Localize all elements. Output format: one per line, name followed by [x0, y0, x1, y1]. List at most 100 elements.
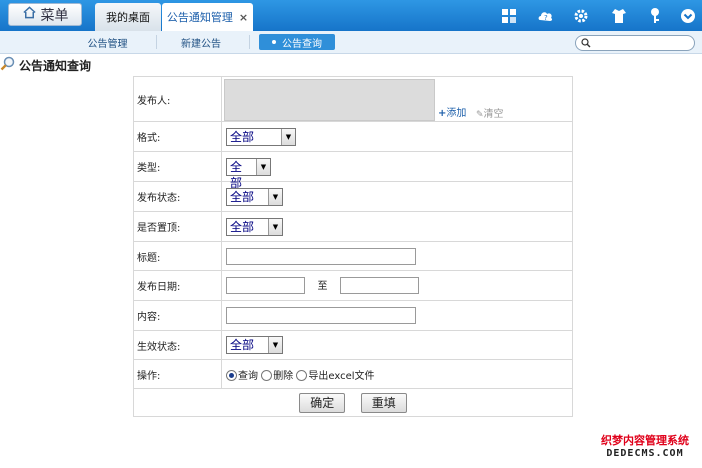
watermark: 织梦内容管理系统 DEDECMS.COM [593, 432, 697, 459]
content-input[interactable] [226, 307, 416, 324]
date-cell: 至 [221, 270, 573, 301]
magnifier-icon [0, 56, 16, 75]
watermark-line1: 织梦内容管理系统 [601, 434, 689, 447]
dropdown-arrow-icon: ▼ [268, 218, 282, 235]
dropdown-arrow-icon: ▼ [268, 337, 282, 353]
form-row-format: 格式: 全部 ▼ [133, 121, 573, 152]
select-value: 全部 [230, 338, 255, 352]
content-cell [221, 300, 573, 331]
format-cell: 全部 ▼ [221, 121, 573, 152]
divider [249, 35, 250, 49]
form-row-type: 类型: 全部 ▼ [133, 151, 573, 190]
pinned-cell: 全部 ▼ [221, 211, 573, 242]
date-to-label: 至 [317, 280, 328, 292]
dropdown-arrow-icon: ▼ [268, 188, 282, 205]
date-from-input[interactable] [226, 277, 305, 295]
shirt-icon[interactable] [609, 6, 629, 26]
svg-text:?: ? [544, 14, 548, 22]
add-publisher-link[interactable]: +添加 [438, 104, 466, 119]
format-label: 格式: [133, 121, 222, 152]
menu-label: 菜单 [40, 7, 69, 24]
publisher-list[interactable] [224, 79, 435, 121]
dropdown-arrow-icon: ▼ [281, 128, 295, 145]
title-label: 标题: [133, 241, 222, 271]
publisher-label: 发布人: [133, 76, 222, 122]
date-to-input[interactable] [340, 277, 419, 295]
search-icon [581, 38, 591, 48]
clear-publisher-link[interactable]: ✎清空 [476, 105, 504, 120]
watermark-line2: DEDECMS.COM [606, 448, 684, 459]
form-row-title: 标题: [133, 241, 573, 271]
tab-my-desktop[interactable]: 我的桌面 [95, 3, 161, 31]
tab-notice-management[interactable]: 公告通知管理 × [162, 3, 253, 31]
search-input[interactable] [575, 35, 695, 51]
select-value: 全部 [230, 219, 255, 234]
gear-icon[interactable] [571, 6, 591, 26]
chevron-down-icon[interactable] [678, 6, 698, 26]
top-bar: 菜单 我的桌面 公告通知管理 × ? [0, 0, 702, 31]
radio-delete[interactable]: 删除 [261, 370, 294, 382]
subnav-label: 新建公告 [181, 38, 221, 50]
subnav-item-new-notice[interactable]: 新建公告 [175, 34, 227, 50]
subnav-label: 公告管理 [87, 38, 128, 50]
eraser-icon: ✎ [476, 110, 484, 120]
date-label: 发布日期: [133, 270, 222, 301]
pinned-select[interactable]: 全部 ▼ [226, 217, 283, 236]
publisher-cell: +添加 ✎清空 [221, 76, 573, 122]
status-label: 发布状态: [133, 181, 222, 212]
confirm-button[interactable]: 确定 [299, 392, 346, 413]
subnav-item-notice-query[interactable]: 公告查询 [259, 34, 335, 50]
select-value: 全部 [230, 129, 255, 144]
title-cell [221, 241, 573, 271]
help-icon[interactable]: ? [536, 6, 556, 26]
select-value: 全部 [230, 159, 243, 190]
query-form: 发布人: +添加 ✎清空 格式: 全部 ▼ 类型: 全部 ▼ 发布状态: 全部 ▼ 是… [133, 76, 573, 417]
tab-label: 我的桌面 [106, 11, 150, 24]
form-row-publisher: 发布人: +添加 ✎清空 [133, 76, 573, 122]
type-cell: 全部 ▼ [221, 151, 573, 190]
clear-label: 清空 [483, 109, 504, 120]
page-title: 公告通知查询 [0, 56, 91, 74]
form-row-status: 发布状态: 全部 ▼ [133, 181, 573, 212]
tab-label: 公告通知管理 [166, 11, 233, 24]
home-icon [22, 5, 37, 24]
effective-label: 生效状态: [133, 330, 222, 360]
status-select[interactable]: 全部 ▼ [226, 187, 283, 206]
radio-button [261, 370, 273, 381]
add-label: 添加 [446, 108, 467, 119]
radio-label: 查询 [238, 370, 258, 382]
effective-cell: 全部 ▼ [221, 330, 573, 360]
type-select[interactable]: 全部 ▼ [226, 157, 271, 190]
page-title-text: 公告通知查询 [19, 58, 92, 73]
form-row-buttons: 确定 重填 [133, 388, 573, 417]
divider [156, 35, 157, 49]
radio-label: 删除 [273, 370, 294, 382]
dropdown-arrow-icon: ▼ [256, 158, 270, 175]
status-cell: 全部 ▼ [221, 181, 573, 212]
form-row-date: 发布日期: 至 [133, 270, 573, 301]
close-icon[interactable]: × [239, 11, 248, 24]
form-row-content: 内容: [133, 300, 573, 331]
grid-icon[interactable] [499, 6, 519, 26]
type-label: 类型: [133, 151, 222, 182]
radio-query[interactable]: 查询 [226, 370, 258, 382]
content-label: 内容: [133, 300, 222, 331]
title-input[interactable] [226, 247, 416, 265]
operation-cell: 查询 删除 导出excel文件 [221, 359, 573, 389]
buttons-cell: 确定 重填 [133, 388, 573, 417]
radio-export[interactable]: 导出excel文件 [296, 370, 375, 382]
operation-label: 操作: [133, 359, 222, 389]
reset-button[interactable]: 重填 [360, 392, 407, 413]
radio-label: 导出excel文件 [308, 370, 375, 382]
effective-select[interactable]: 全部 ▼ [226, 336, 283, 354]
menu-button[interactable]: 菜单 [8, 3, 82, 26]
select-value: 全部 [230, 189, 255, 204]
key-icon[interactable] [645, 6, 665, 26]
subnav-item-notice-management[interactable]: 公告管理 [80, 34, 135, 50]
form-row-effective: 生效状态: 全部 ▼ [133, 330, 573, 360]
radio-button [296, 370, 308, 381]
form-row-operation: 操作: 查询 删除 导出excel文件 [133, 359, 573, 389]
form-row-pinned: 是否置顶: 全部 ▼ [133, 211, 573, 242]
bullet-icon [272, 40, 276, 44]
format-select[interactable]: 全部 ▼ [226, 127, 296, 146]
